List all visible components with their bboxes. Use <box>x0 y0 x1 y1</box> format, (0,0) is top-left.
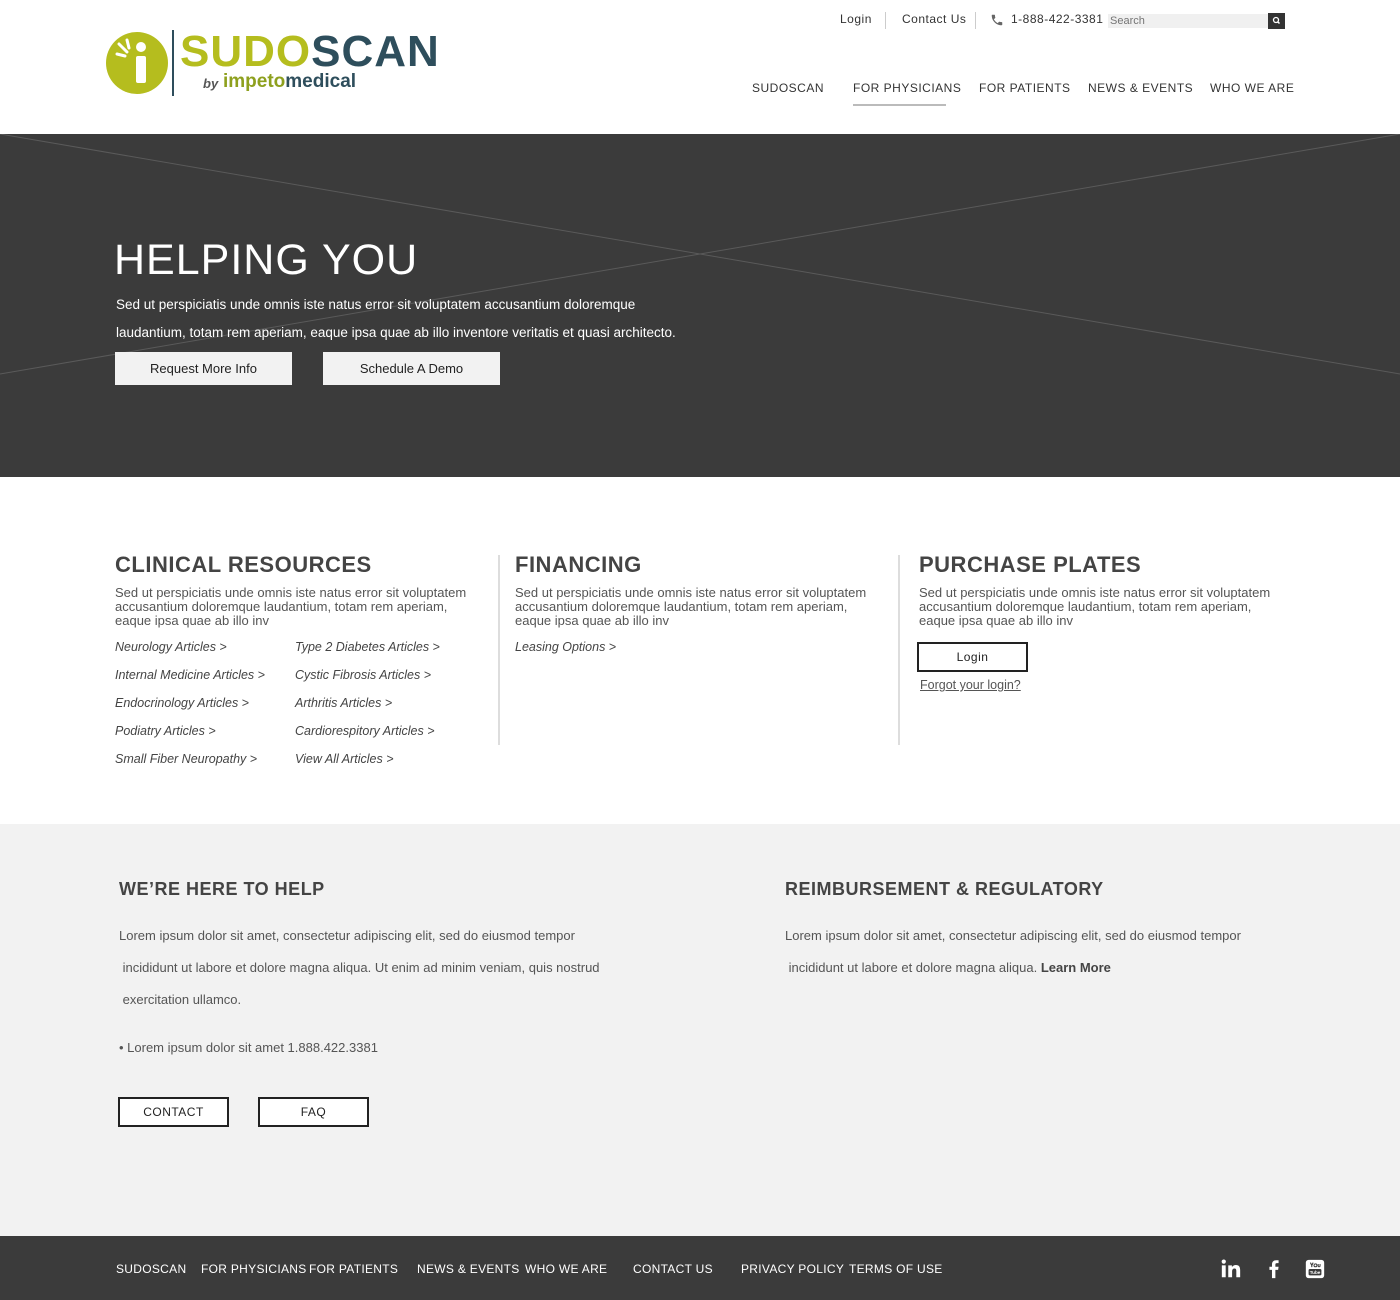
help-line-3: exercitation ullamco. <box>119 992 242 1007</box>
hero-description: Sed ut perspiciatis unde omnis iste natu… <box>116 291 716 347</box>
logo-impeto: impeto <box>223 71 286 92</box>
hero-title: HELPING YOU <box>114 236 419 284</box>
help-line-2: incididunt ut labore et dolore magna ali… <box>119 960 600 975</box>
phone-icon <box>991 14 1003 26</box>
svg-text:Tube: Tube <box>1310 1270 1321 1275</box>
youtube-icon[interactable]: Tube <box>1304 1258 1326 1280</box>
request-info-button[interactable]: Request More Info <box>115 352 292 385</box>
util-login-link[interactable]: Login <box>840 12 872 26</box>
nav-item-for-physicians[interactable]: FOR PHYSICIANS <box>853 81 961 95</box>
article-link[interactable]: Cardiorespitory Articles > <box>295 724 435 738</box>
logo-mark-icon <box>106 32 168 94</box>
logo-wordmark: SUDOSCAN <box>180 30 440 74</box>
reimbursement-line-2: incididunt ut labore et dolore magna ali… <box>785 952 1241 984</box>
reimbursement-text: Lorem ipsum dolor sit amet, consectetur … <box>785 920 1241 984</box>
search-icon <box>1272 16 1281 25</box>
hero-line-2: laudantium, totam rem aperiam, eaque ips… <box>116 325 676 340</box>
hero-banner: HELPING YOU Sed ut perspiciatis unde omn… <box>0 134 1400 477</box>
nav-item-for-patients[interactable]: FOR PATIENTS <box>979 81 1071 95</box>
article-link[interactable]: Small Fiber Neuropathy > <box>115 752 257 766</box>
util-divider <box>975 12 976 29</box>
reimbursement-line-1: Lorem ipsum dolor sit amet, consectetur … <box>785 928 1241 943</box>
util-contact-link[interactable]: Contact Us <box>902 12 966 26</box>
column-divider <box>898 555 900 745</box>
site-footer: SUDOSCAN FOR PHYSICIANS FOR PATIENTS NEW… <box>0 1236 1400 1300</box>
column-divider <box>498 555 500 745</box>
article-link[interactable]: Neurology Articles > <box>115 640 227 654</box>
article-link[interactable]: Internal Medicine Articles > <box>115 668 265 682</box>
footer-link-news-events[interactable]: NEWS & EVENTS <box>417 1262 520 1276</box>
footer-link-who-we-are[interactable]: WHO WE ARE <box>525 1262 607 1276</box>
help-text: Lorem ipsum dolor sit amet, consectetur … <box>119 920 600 1016</box>
logo-company: impetomedical <box>223 72 356 91</box>
sudoscan-logo[interactable]: SUDOSCAN by impetomedical <box>105 28 439 98</box>
logo-sudo: SUDO <box>180 27 312 76</box>
nav-item-who-we-are[interactable]: WHO WE ARE <box>1210 81 1294 95</box>
util-phone[interactable]: 1-888-422-3381 <box>1011 12 1103 26</box>
nav-item-news-events[interactable]: NEWS & EVENTS <box>1088 81 1193 95</box>
hero-line-1: Sed ut perspiciatis unde omnis iste natu… <box>116 297 636 312</box>
reimbursement-title: REIMBURSEMENT & REGULATORY <box>785 879 1104 899</box>
article-link[interactable]: Cystic Fibrosis Articles > <box>295 668 431 682</box>
leasing-options-link[interactable]: Leasing Options > <box>515 640 616 654</box>
financing-title: FINANCING <box>515 552 642 577</box>
site-header: SUDOSCAN by impetomedical Login Contact … <box>0 0 1400 134</box>
view-all-articles-link[interactable]: View All Articles > <box>295 752 394 766</box>
help-line-1: Lorem ipsum dolor sit amet, consectetur … <box>119 928 575 943</box>
article-link[interactable]: Arthritis Articles > <box>295 696 392 710</box>
logo-scan: SCAN <box>311 27 440 76</box>
footer-link-privacy-policy[interactable]: PRIVACY POLICY <box>741 1262 844 1276</box>
logo-by: by <box>203 76 219 91</box>
clinical-resources-text: Sed ut perspiciatis unde omnis iste natu… <box>115 585 467 628</box>
facebook-icon[interactable] <box>1263 1258 1285 1280</box>
util-divider <box>885 12 886 29</box>
plates-login-button[interactable]: Login <box>917 642 1028 672</box>
footer-link-terms-of-use[interactable]: TERMS OF USE <box>849 1262 943 1276</box>
schedule-demo-button[interactable]: Schedule A Demo <box>323 352 500 385</box>
article-link[interactable]: Podiatry Articles > <box>115 724 216 738</box>
logo-divider <box>172 30 174 96</box>
article-link[interactable]: Type 2 Diabetes Articles > <box>295 640 440 654</box>
reimbursement-line-2-text: incididunt ut labore et dolore magna ali… <box>785 960 1041 975</box>
footer-link-contact-us[interactable]: CONTACT US <box>633 1262 713 1276</box>
faq-button[interactable]: FAQ <box>258 1097 369 1127</box>
nav-active-indicator <box>853 104 946 106</box>
nav-item-sudoscan[interactable]: SUDOSCAN <box>752 81 824 95</box>
purchase-plates-text: Sed ut perspiciatis unde omnis iste natu… <box>919 585 1271 628</box>
article-link[interactable]: Endocrinology Articles > <box>115 696 249 710</box>
linkedin-icon[interactable] <box>1220 1258 1242 1280</box>
footer-link-for-patients[interactable]: FOR PATIENTS <box>309 1262 398 1276</box>
learn-more-link[interactable]: Learn More <box>1041 960 1111 975</box>
purchase-plates-title: PURCHASE PLATES <box>919 552 1142 577</box>
footer-link-sudoscan[interactable]: SUDOSCAN <box>116 1262 186 1276</box>
footer-link-for-physicians[interactable]: FOR PHYSICIANS <box>201 1262 307 1276</box>
contact-button[interactable]: CONTACT <box>118 1097 229 1127</box>
logo-medical: medical <box>285 71 357 92</box>
help-section: WE’RE HERE TO HELP Lorem ipsum dolor sit… <box>0 824 1400 1236</box>
financing-text: Sed ut perspiciatis unde omnis iste natu… <box>515 585 867 628</box>
search-button[interactable] <box>1268 13 1285 29</box>
help-bullet: • Lorem ipsum dolor sit amet 1.888.422.3… <box>119 1040 378 1055</box>
forgot-login-link[interactable]: Forgot your login? <box>920 678 1021 692</box>
help-title: WE’RE HERE TO HELP <box>119 879 325 899</box>
search-input[interactable] <box>1108 14 1268 28</box>
clinical-resources-title: CLINICAL RESOURCES <box>115 552 372 577</box>
